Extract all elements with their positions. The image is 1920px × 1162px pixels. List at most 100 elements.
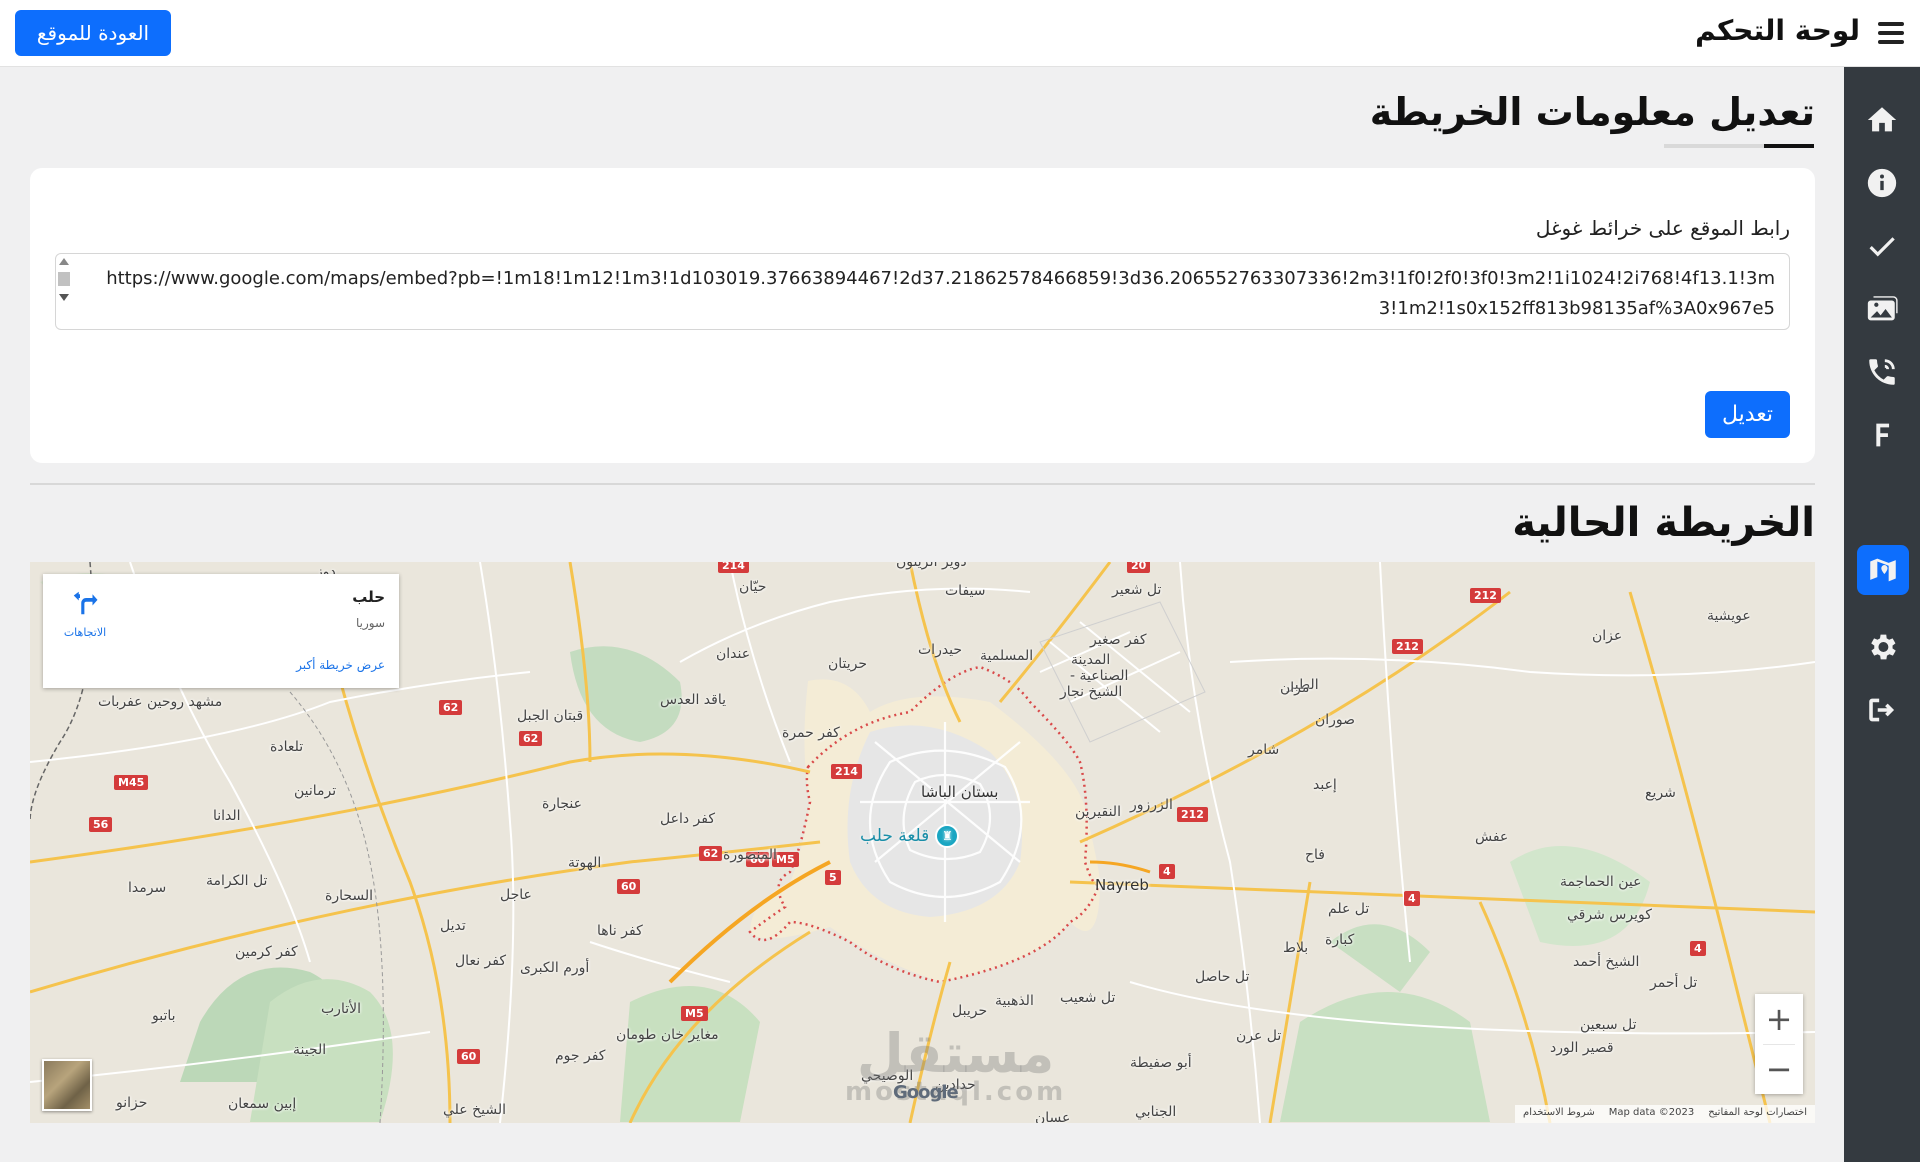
place-label: تل حاصل [1195,969,1250,985]
place-label: تديل [440,918,466,934]
place-label: باتبو [152,1008,176,1024]
place-label: كفر ناها [597,923,643,939]
view-larger-map-link[interactable]: عرض خريطة أكبر [296,658,385,672]
place-label: بلاط [1283,940,1309,956]
place-label: عفش [1475,829,1509,845]
road-shield: 60 [457,1049,481,1064]
road-shield: 214 [831,764,862,779]
phone-icon [1869,359,1895,385]
section-divider [30,483,1815,485]
place-label: سيفات [945,583,986,599]
place-country: سوريا [355,616,385,630]
place-label: كفر نعال [455,953,507,969]
sidebar-item-settings[interactable] [1856,622,1908,672]
place-label: مغاير خان طومان [616,1027,719,1043]
place-label: حزانو [116,1095,148,1111]
road-shield: 60 [617,879,641,894]
back-to-site-button[interactable]: العودة للموقع [15,10,171,56]
landmark-citadel[interactable]: ♜ قلعة حلب [860,824,960,848]
embedded-map[interactable]: 214 20 212 212 62 62 M45 56 214 60 M5 5 … [30,562,1815,1123]
place-label: عزان [1592,628,1623,644]
place-label: حيدرات [918,642,963,658]
road-shield: 212 [1392,639,1423,654]
place-label: الصناعية - [1070,668,1129,684]
place-label: المنصورة [723,847,777,863]
map-url-field[interactable]: https://www.google.com/maps/embed?pb=!1m… [55,253,1790,330]
place-label: تل عرن [1236,1028,1282,1044]
keyboard-shortcuts-link[interactable]: اختصارات لوحة المفاتيح [1708,1107,1807,1121]
road-shield: 56 [89,817,113,832]
place-label: الذهبية [995,993,1034,1009]
road-shield: 4 [1404,891,1420,906]
place-label: كفر كرمين [235,944,298,960]
map-icon [1870,558,1896,582]
current-map-heading: الخريطة الحالية [1512,500,1815,546]
place-label: إعبد [1313,777,1337,793]
place-label: الهوتة [568,855,602,871]
sidebar-item-map[interactable] [1857,545,1909,595]
sidebar-item-facebook[interactable] [1856,410,1908,460]
place-label: الأتارب [321,1001,361,1017]
gallery-icon [1867,296,1898,321]
place-label: كفر داعل [660,811,716,827]
heading-underline [1664,144,1814,148]
landmark-label: قلعة حلب [860,826,930,846]
place-label: الشيخ أحمد [1573,954,1640,970]
place-label: مران [1280,680,1310,696]
place-label: عنجارة [542,796,582,812]
place-label: حريتان [828,656,868,672]
map-data-text: Map data ©2023 [1608,1107,1695,1118]
place-label: أورم الكبرى [520,960,590,976]
place-label: صوران [1315,712,1356,728]
place-name: حلب [352,588,385,606]
textarea-scrollbar[interactable] [56,254,72,328]
map-url-label: رابط الموقع على خرائط غوغل [1535,216,1790,240]
zoom-out-button[interactable]: − [1755,1044,1803,1094]
home-icon [1867,107,1897,132]
place-label: كبارة [1325,932,1355,948]
place-label: كفر صغير [1090,632,1147,648]
map-info-card: حلب سوريا الاتجاهات عرض خريطة أكبر [43,574,399,688]
zoom-in-button[interactable]: + [1755,994,1803,1044]
place-label: كفر حمرة [782,725,840,741]
place-label: عاجل [500,887,532,903]
road-shield: 62 [519,731,543,746]
check-icon [1869,237,1895,257]
place-label: ترمانين [294,783,337,799]
map-form-card: رابط الموقع على خرائط غوغل https://www.g… [30,168,1815,463]
sidebar-item-gallery[interactable] [1856,284,1908,334]
place-label: الدانا [213,808,241,824]
road-shield: M45 [114,775,149,790]
sidebar-item-logout[interactable] [1856,685,1908,735]
sidebar-item-home[interactable] [1856,95,1908,145]
submit-edit-button[interactable]: تعديل [1705,391,1790,438]
place-label: إبين سمعان [228,1096,297,1112]
hamburger-icon[interactable] [1874,16,1908,50]
place-label: المسلمية [980,648,1034,664]
place-label: عندان [716,646,751,662]
place-label: تل الكرامة [206,873,268,889]
sidebar-item-check[interactable] [1856,221,1908,271]
place-label: كويرس شرقي [1567,907,1652,923]
place-label: عين الحماجمة [1560,874,1642,890]
place-label: مشهد روحين عفربات [98,694,223,710]
road-shield: 4 [1690,941,1706,956]
place-label: الجنابي [1135,1104,1177,1120]
place-label: تل شعيب [1060,990,1116,1006]
directions-button[interactable]: الاتجاهات [59,588,111,639]
sidebar [1844,67,1920,1162]
place-label: الزرزور [1130,797,1173,813]
place-label: قبتان الجبل [517,708,584,724]
place-label: دوير الزيتون [896,562,967,570]
place-label: حيّان [739,579,767,595]
road-shield: 62 [439,700,463,715]
road-shield: 212 [1470,588,1501,603]
sidebar-item-phone[interactable] [1856,347,1908,397]
place-label: المدينة [1071,652,1111,668]
satellite-toggle[interactable] [42,1059,92,1111]
map-attribution: اختصارات لوحة المفاتيح Map data ©2023 شر… [1515,1105,1815,1123]
terms-link[interactable]: شروط الاستخدام [1523,1107,1595,1121]
place-label: عسان [1035,1110,1071,1123]
place-label: الجينة [293,1042,327,1058]
sidebar-item-info[interactable] [1856,158,1908,208]
